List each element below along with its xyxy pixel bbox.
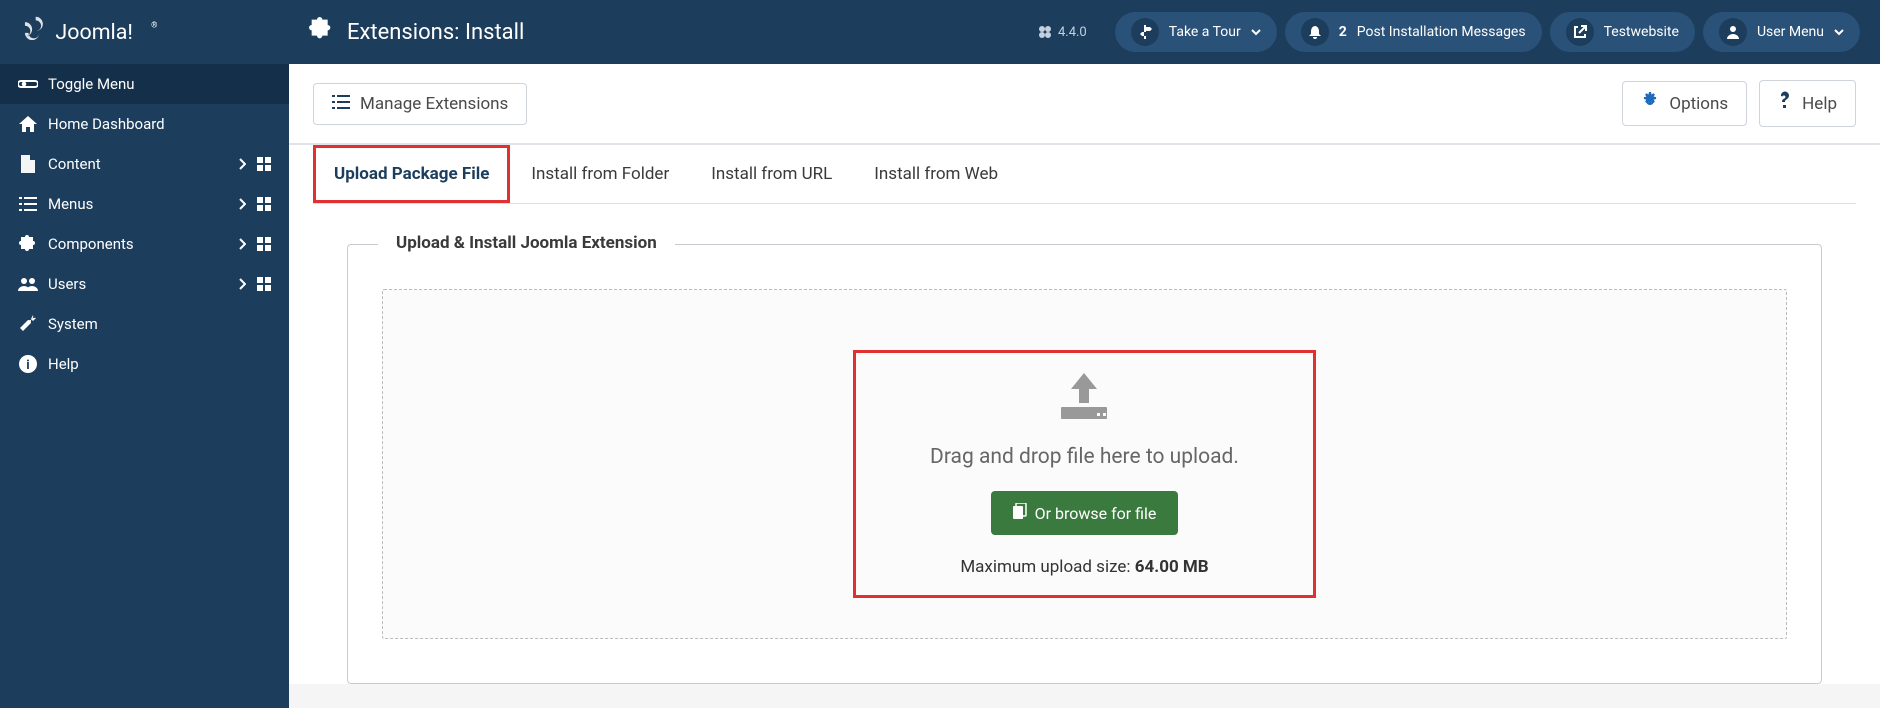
take-tour-label: Take a Tour	[1169, 24, 1241, 40]
chevron-down-icon	[1834, 24, 1844, 40]
file-icon	[14, 155, 42, 173]
help-button[interactable]: Help	[1759, 80, 1856, 127]
gear-icon	[1641, 92, 1659, 115]
question-icon	[1778, 91, 1792, 116]
page-title-text: Extensions: Install	[347, 20, 524, 45]
sidebar-label: System	[48, 315, 275, 333]
sidebar-label: Content	[48, 155, 231, 173]
users-icon	[14, 277, 42, 291]
max-upload-text: Maximum upload size: 64.00 MB	[960, 557, 1208, 577]
external-link-icon	[1566, 18, 1594, 46]
sidebar-toggle-menu[interactable]: Toggle Menu	[0, 64, 289, 104]
sidebar-label: Help	[48, 355, 275, 373]
sidebar-label: Home Dashboard	[48, 115, 275, 133]
svg-text:i: i	[26, 358, 29, 373]
map-signs-icon	[1131, 18, 1159, 46]
list-icon	[14, 197, 42, 211]
wrench-icon	[14, 315, 42, 333]
user-icon	[1719, 18, 1747, 46]
options-button[interactable]: Options	[1622, 81, 1747, 126]
dropzone-text: Drag and drop file here to upload.	[930, 445, 1239, 469]
sidebar-label: Components	[48, 235, 231, 253]
sidebar-label: Users	[48, 275, 231, 293]
svg-text:Joomla!: Joomla!	[55, 20, 133, 45]
notif-count: 2	[1339, 24, 1347, 40]
chevron-right-icon	[231, 198, 253, 210]
fieldset-legend: Upload & Install Joomla Extension	[378, 233, 675, 253]
joomla-logo-icon: Joomla! ®	[16, 15, 177, 49]
toggle-icon	[14, 77, 42, 91]
sidebar-item-users[interactable]: Users	[0, 264, 289, 304]
home-icon	[14, 116, 42, 132]
chevron-down-icon	[1251, 24, 1261, 40]
sidebar-item-content[interactable]: Content	[0, 144, 289, 184]
bell-icon	[1301, 18, 1329, 46]
sidebar-item-home[interactable]: Home Dashboard	[0, 104, 289, 144]
sidebar-item-menus[interactable]: Menus	[0, 184, 289, 224]
puzzle-icon	[14, 235, 42, 253]
copy-icon	[1013, 503, 1027, 523]
post-install-messages-button[interactable]: 2 Post Installation Messages	[1285, 12, 1542, 52]
sidebar-item-system[interactable]: System	[0, 304, 289, 344]
highlight-frame: Drag and drop file here to upload. Or br…	[853, 350, 1316, 598]
site-name-label: Testwebsite	[1604, 24, 1679, 40]
joomla-mini-icon	[1038, 25, 1052, 39]
dashboard-grid-icon[interactable]	[253, 157, 275, 171]
tab-install-web[interactable]: Install from Web	[853, 145, 1019, 203]
options-label: Options	[1669, 94, 1728, 114]
dashboard-grid-icon[interactable]	[253, 277, 275, 291]
take-tour-button[interactable]: Take a Tour	[1115, 12, 1277, 52]
browse-file-button[interactable]: Or browse for file	[991, 491, 1179, 535]
tab-install-url[interactable]: Install from URL	[690, 145, 853, 203]
tab-upload-package[interactable]: Upload Package File	[313, 145, 510, 203]
manage-extensions-label: Manage Extensions	[360, 94, 508, 114]
chevron-right-icon	[231, 238, 253, 250]
version-text: 4.4.0	[1058, 25, 1087, 40]
user-menu-button[interactable]: User Menu	[1703, 12, 1860, 52]
browse-label: Or browse for file	[1035, 504, 1157, 523]
dashboard-grid-icon[interactable]	[253, 237, 275, 251]
upload-dropzone[interactable]: Drag and drop file here to upload. Or br…	[382, 289, 1787, 639]
chevron-right-icon	[231, 158, 253, 170]
dashboard-grid-icon[interactable]	[253, 197, 275, 211]
list-icon	[332, 94, 350, 114]
svg-text:®: ®	[151, 21, 157, 30]
info-icon: i	[14, 355, 42, 373]
manage-extensions-button[interactable]: Manage Extensions	[313, 83, 527, 125]
sidebar-item-components[interactable]: Components	[0, 224, 289, 264]
help-label: Help	[1802, 94, 1837, 114]
post-install-label: Post Installation Messages	[1357, 24, 1526, 40]
sidebar-label: Menus	[48, 195, 231, 213]
brand-logo[interactable]: Joomla! ®	[0, 0, 289, 64]
open-site-button[interactable]: Testwebsite	[1550, 12, 1695, 52]
sidebar-item-help[interactable]: i Help	[0, 344, 289, 384]
user-menu-label: User Menu	[1757, 24, 1824, 40]
install-tabs: Upload Package File Install from Folder …	[313, 145, 1856, 204]
upload-fieldset: Upload & Install Joomla Extension Drag a…	[347, 244, 1822, 684]
sidebar-toggle-label: Toggle Menu	[48, 75, 275, 93]
tab-install-folder[interactable]: Install from Folder	[510, 145, 690, 203]
upload-icon	[1057, 371, 1111, 423]
version-badge: 4.4.0	[1038, 25, 1087, 40]
page-title: Extensions: Install	[309, 17, 524, 47]
chevron-right-icon	[231, 278, 253, 290]
puzzle-icon	[309, 17, 333, 47]
